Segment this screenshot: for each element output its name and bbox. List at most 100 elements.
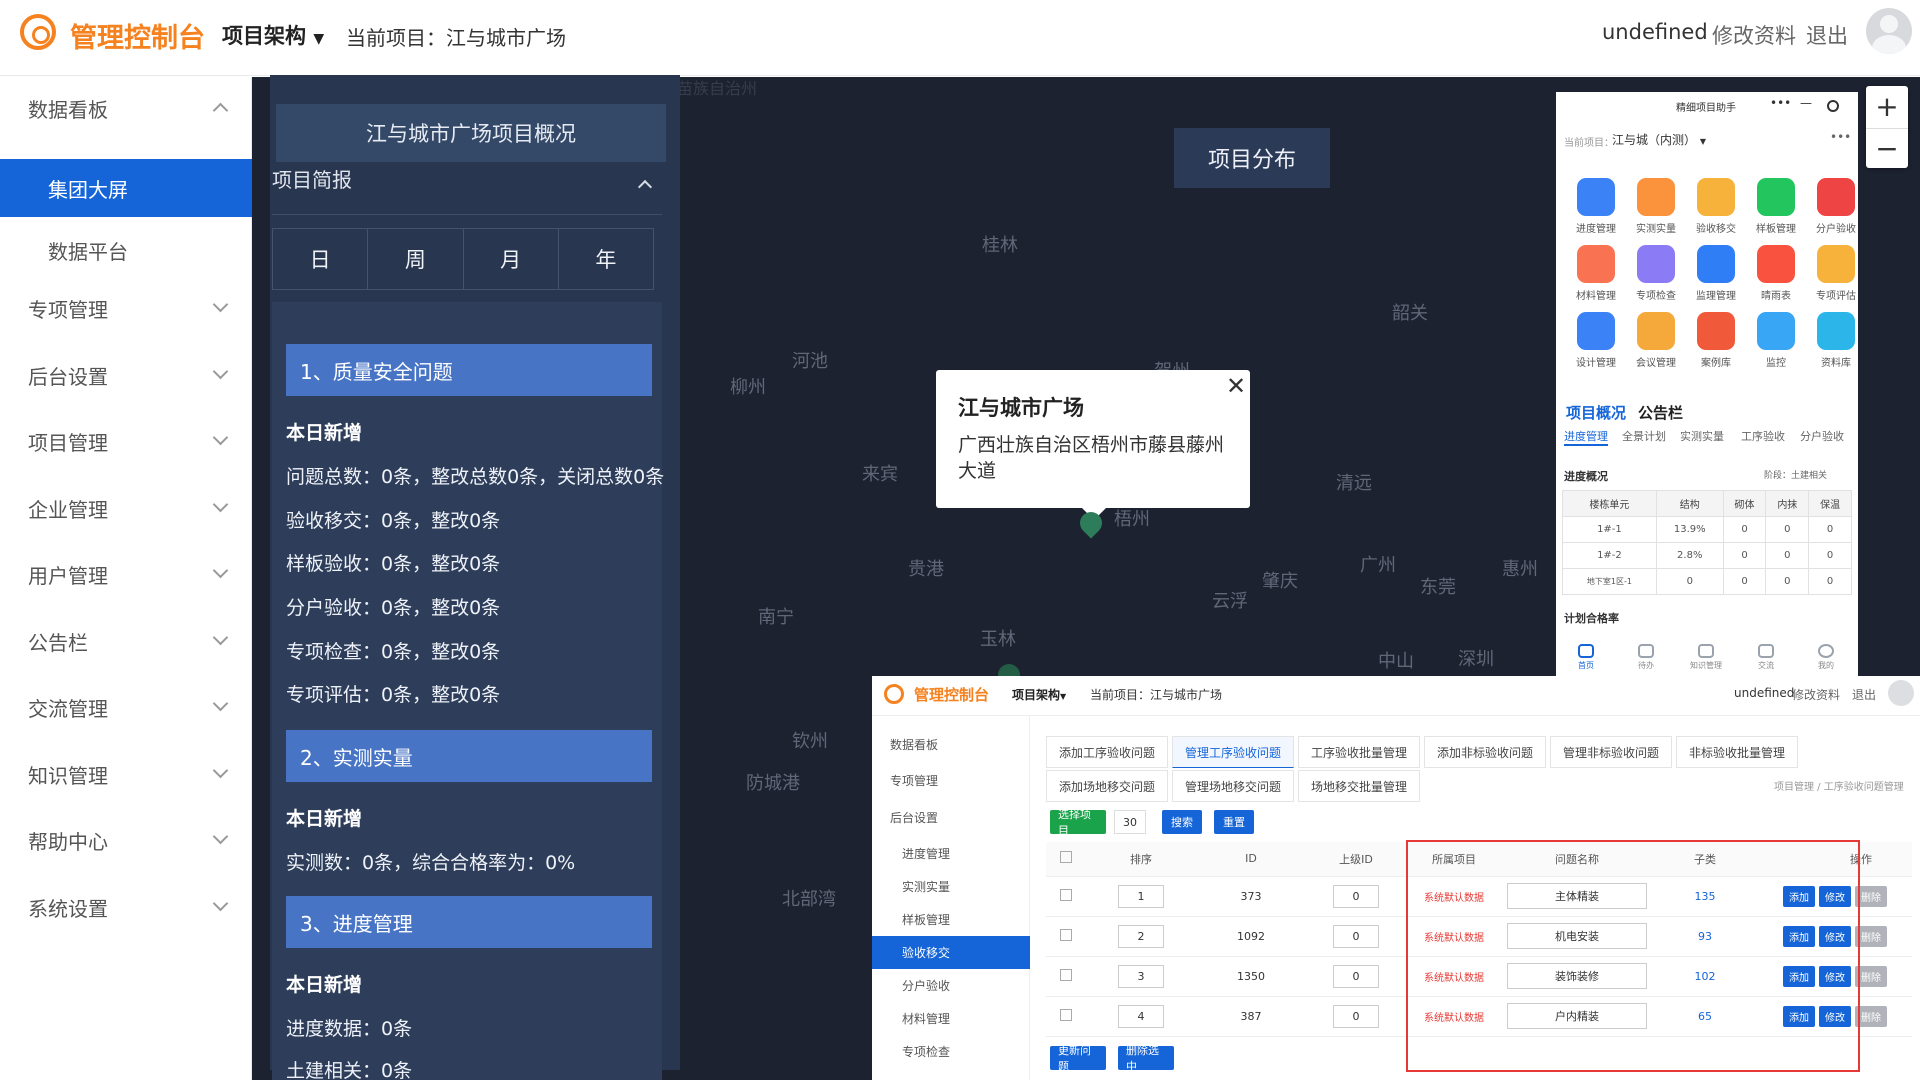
stage-select[interactable]: 阶段：土建相关 — [1764, 468, 1827, 481]
edit-profile-link[interactable]: 修改资料 — [1712, 20, 1796, 50]
app-icon[interactable] — [1697, 178, 1735, 216]
app-icon[interactable] — [1637, 312, 1675, 350]
sidebar-item-knowledge[interactable]: 知识管理 — [0, 743, 252, 805]
sidebar-item-help[interactable]: 帮助中心 — [0, 809, 252, 871]
update-issues-button[interactable]: 更新问题 — [1050, 1044, 1106, 1073]
sidebar-item-special[interactable]: 专项管理 — [0, 277, 252, 339]
inset-tab[interactable]: 添加工序验收问题 — [1046, 736, 1169, 768]
sidebar-item-users[interactable]: 用户管理 — [0, 543, 252, 605]
avatar[interactable] — [1866, 8, 1912, 54]
select-project-button[interactable]: 选择项目 — [1050, 808, 1106, 837]
sidebar-item-system[interactable]: 系统设置 — [0, 876, 252, 938]
inset-side-item[interactable]: 实测实量 — [872, 870, 1030, 903]
more-icon[interactable]: ••• — [1830, 130, 1851, 144]
parent-id-input[interactable]: 0 — [1333, 924, 1379, 948]
app-icon[interactable] — [1577, 245, 1615, 283]
sidebar-item-data-platform[interactable]: 数据平台 — [0, 219, 252, 281]
sidebar-item-exchange[interactable]: 交流管理 — [0, 676, 252, 738]
inset-edit-profile[interactable]: 修改资料 — [1792, 686, 1840, 703]
tab-overview[interactable]: 项目概况 — [1566, 402, 1626, 423]
inset-side-item[interactable]: 材料管理 — [872, 1002, 1030, 1035]
app-icon[interactable] — [1757, 178, 1795, 216]
tab-week[interactable]: 周 — [368, 229, 464, 289]
parent-id-input[interactable]: 0 — [1333, 964, 1379, 988]
order-input[interactable]: 2 — [1118, 924, 1164, 948]
app-icon[interactable] — [1577, 312, 1615, 350]
sidebar-item-projects[interactable]: 项目管理 — [0, 410, 252, 472]
subtab[interactable]: 全景计划 — [1622, 428, 1666, 444]
page-size-input[interactable]: 30 — [1114, 810, 1146, 834]
section-heading[interactable]: 2、实测实量 — [286, 730, 652, 782]
row-checkbox[interactable] — [1046, 956, 1086, 997]
logout-link[interactable]: 退出 — [1806, 20, 1848, 50]
inset-side-item[interactable]: 后台设置 — [872, 801, 1030, 834]
zoom-in-button[interactable]: + — [1866, 86, 1908, 126]
sidebar-item-notice[interactable]: 公告栏 — [0, 610, 252, 672]
nav-exchange[interactable]: 交流 — [1746, 644, 1786, 671]
target-icon[interactable] — [1827, 100, 1839, 112]
app-icon[interactable] — [1757, 245, 1795, 283]
sidebar-item-group-screen[interactable]: 集团大屏 — [0, 159, 252, 217]
current-project-value[interactable]: 江与城（内测） ▼ — [1612, 131, 1706, 148]
zoom-out-button[interactable]: − — [1866, 128, 1908, 168]
tab-day[interactable]: 日 — [273, 229, 369, 289]
avatar[interactable] — [1888, 680, 1914, 706]
row-checkbox[interactable] — [1046, 876, 1086, 917]
inset-side-item[interactable]: 验收移交 — [872, 936, 1030, 969]
nav-mine[interactable]: 我的 — [1806, 644, 1846, 671]
section-heading[interactable]: 3、进度管理 — [286, 896, 652, 948]
sidebar-item-backend[interactable]: 后台设置 — [0, 344, 252, 406]
inset-side-item[interactable]: 进度管理 — [872, 837, 1030, 870]
inset-side-item[interactable]: 专项管理 — [872, 764, 1030, 797]
project-architecture-menu[interactable]: 项目架构 ▼ — [222, 20, 324, 50]
inset-project-menu[interactable]: 项目架构▼ — [1012, 686, 1066, 703]
parent-id-input[interactable]: 0 — [1333, 1004, 1379, 1028]
tab-year[interactable]: 年 — [559, 229, 653, 289]
row-checkbox[interactable] — [1046, 916, 1086, 957]
parent-id-input[interactable]: 0 — [1333, 884, 1379, 908]
select-all-checkbox[interactable] — [1046, 842, 1086, 877]
inset-tab[interactable]: 添加场地移交问题 — [1046, 770, 1169, 802]
nav-knowledge[interactable]: 知识管理 — [1686, 644, 1726, 671]
inset-logout[interactable]: 退出 — [1852, 686, 1876, 703]
app-icon[interactable] — [1817, 245, 1855, 283]
sidebar-item-enterprise[interactable]: 企业管理 — [0, 477, 252, 539]
inset-tab[interactable]: 管理工序验收问题 — [1172, 736, 1295, 768]
inset-tab[interactable]: 管理非标验收问题 — [1550, 736, 1673, 768]
order-input[interactable]: 4 — [1118, 1004, 1164, 1028]
app-icon[interactable] — [1637, 245, 1675, 283]
app-icon[interactable] — [1817, 178, 1855, 216]
inset-side-item[interactable]: 专项检查 — [872, 1035, 1030, 1068]
minimize-icon[interactable]: — — [1800, 96, 1812, 110]
inset-tab[interactable]: 添加非标验收问题 — [1424, 736, 1547, 768]
app-icon[interactable] — [1757, 312, 1795, 350]
sidebar-item-dashboard[interactable]: 数据看板 — [0, 77, 252, 139]
delete-selected-button[interactable]: 删除选中 — [1118, 1044, 1174, 1073]
tab-month[interactable]: 月 — [464, 229, 559, 289]
more-icon[interactable]: ••• — [1770, 96, 1791, 110]
order-input[interactable]: 1 — [1118, 884, 1164, 908]
search-button[interactable]: 搜索 — [1162, 810, 1202, 834]
inset-side-item[interactable]: 样板管理 — [872, 903, 1030, 936]
inset-tab[interactable]: 工序验收批量管理 — [1298, 736, 1421, 768]
subtab[interactable]: 工序验收 — [1741, 428, 1785, 444]
order-input[interactable]: 3 — [1118, 964, 1164, 988]
row-checkbox[interactable] — [1046, 996, 1086, 1037]
nav-todo[interactable]: 待办 — [1626, 644, 1666, 671]
app-icon[interactable] — [1697, 245, 1735, 283]
inset-tab[interactable]: 非标验收批量管理 — [1676, 736, 1799, 768]
app-icon[interactable] — [1637, 178, 1675, 216]
app-icon[interactable] — [1577, 178, 1615, 216]
close-icon[interactable]: ✕ — [1226, 372, 1246, 400]
subtab[interactable]: 实测实量 — [1680, 428, 1724, 444]
inset-side-item[interactable]: 分户验收 — [872, 969, 1030, 1002]
inset-side-item[interactable]: 数据看板 — [872, 728, 1030, 761]
reset-button[interactable]: 重置 — [1214, 810, 1254, 834]
app-icon[interactable] — [1697, 312, 1735, 350]
inset-tab[interactable]: 管理场地移交问题 — [1172, 770, 1295, 802]
nav-home[interactable]: 首页 — [1566, 644, 1606, 671]
section-heading[interactable]: 1、质量安全问题 — [286, 344, 652, 396]
subtab[interactable]: 进度管理 — [1564, 428, 1608, 446]
inset-tab[interactable]: 场地移交批量管理 — [1298, 770, 1421, 802]
tab-notice[interactable]: 公告栏 — [1638, 402, 1683, 423]
